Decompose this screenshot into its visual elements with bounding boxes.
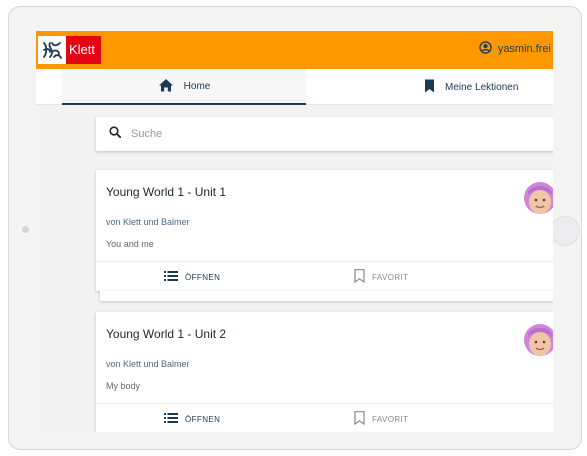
- app-header: Klett yasmin.frei: [36, 31, 553, 69]
- home-icon: [158, 78, 174, 95]
- open-button-label: ÖFFNEN: [185, 272, 221, 282]
- favorite-button[interactable]: FAVORIT: [354, 262, 408, 292]
- search-icon: [109, 125, 122, 143]
- lesson-card[interactable]: Young World 1 - Unit 1 von Klett und Bal…: [96, 170, 553, 291]
- favorite-button-label: FAVORIT: [372, 414, 409, 424]
- favorite-button[interactable]: FAVORIT: [354, 404, 408, 432]
- klett-logo[interactable]: Klett: [38, 36, 102, 64]
- open-button[interactable]: ÖFFNEN: [164, 262, 220, 292]
- tablet-home-button[interactable]: [550, 216, 580, 246]
- lesson-title[interactable]: Young World 1 - Unit 2: [106, 327, 226, 341]
- lesson-subtitle: My body: [106, 381, 141, 391]
- open-button-label: ÖFFNEN: [185, 414, 221, 424]
- tab-meine-lektionen[interactable]: Meine Lektionen: [424, 69, 553, 105]
- tab-home[interactable]: Home: [62, 69, 306, 105]
- author-avatar: [524, 182, 553, 214]
- klett-logo-mark-icon: [38, 36, 66, 64]
- list-icon: [164, 271, 178, 283]
- list-icon: [164, 413, 178, 425]
- lesson-author: von Klett und Balmer: [106, 359, 190, 369]
- username: yasmin.frei: [497, 43, 551, 55]
- favorite-button-label: FAVORIT: [372, 272, 409, 282]
- tab-meine-lektionen-label: Meine Lektionen: [445, 81, 519, 93]
- tablet-camera-dot: [22, 226, 29, 233]
- tab-home-label: Home: [183, 80, 211, 92]
- lesson-title[interactable]: Young World 1 - Unit 1: [106, 185, 226, 199]
- card-actions: ÖFFNEN FAVORIT: [96, 403, 553, 432]
- app-screen: Klett yasmin.frei Home Meine Lektionen S…: [36, 31, 553, 432]
- author-avatar: [524, 324, 553, 356]
- klett-logo-text: Klett: [66, 36, 102, 64]
- tab-bar: Home Meine Lektionen: [36, 69, 553, 105]
- user-menu[interactable]: yasmin.frei: [479, 41, 551, 57]
- user-circle-icon: [479, 41, 492, 57]
- bookmark-icon: [424, 79, 435, 96]
- open-button[interactable]: ÖFFNEN: [164, 404, 220, 432]
- bookmark-outline-icon: [354, 411, 365, 427]
- lesson-author: von Klett und Balmer: [106, 217, 190, 227]
- search-input[interactable]: [131, 128, 511, 140]
- card-actions: ÖFFNEN FAVORIT: [96, 261, 553, 291]
- lesson-card[interactable]: Young World 1 - Unit 2 von Klett und Bal…: [96, 312, 553, 432]
- bookmark-outline-icon: [354, 269, 365, 285]
- lesson-subtitle: You and me: [106, 239, 154, 249]
- search-bar[interactable]: [96, 117, 553, 151]
- card-stack-edge: [100, 291, 553, 301]
